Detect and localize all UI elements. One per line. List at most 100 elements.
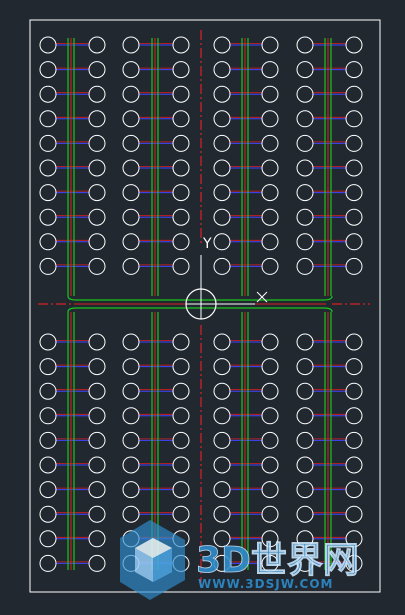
valve-circle-right [261, 208, 279, 226]
valve-circle-left [122, 184, 140, 202]
valve-circle-right [345, 61, 363, 79]
cad-drawing-canvas: Y 3D世界网 WWW.3DSJW.COM [29, 19, 381, 600]
valve-pair [122, 382, 190, 400]
valve-circle-left [122, 208, 140, 226]
valve-circle-left [296, 85, 314, 103]
valve-circle-right [88, 456, 106, 474]
valve-circle-left [122, 233, 140, 251]
valve-circle-left [213, 233, 231, 251]
valve-circle-right [88, 554, 106, 572]
valve-circle-left [296, 36, 314, 54]
valve-pair [122, 184, 190, 202]
valve-pair [296, 233, 363, 251]
valve-circle-left [39, 233, 57, 251]
valve-circle-right [345, 184, 363, 202]
valve-pair [296, 36, 363, 54]
valve-circle-right [88, 407, 106, 425]
valve-circle-left [213, 407, 231, 425]
valve-circle-right [172, 431, 190, 449]
valve-circle-left [39, 456, 57, 474]
valve-pair [213, 431, 279, 449]
valve-circle-right [261, 407, 279, 425]
valve-circle-left [122, 407, 140, 425]
valve-circle-left [39, 85, 57, 103]
valve-pair [39, 184, 106, 202]
valve-circle-right [261, 110, 279, 128]
valve-circle-left [296, 110, 314, 128]
valve-circle-right [261, 159, 279, 177]
valve-circle-right [261, 61, 279, 79]
valve-pair [213, 61, 279, 79]
valve-circle-right [172, 481, 190, 499]
valve-circle-right [88, 208, 106, 226]
valve-pair [296, 110, 363, 128]
valve-circle-right [261, 333, 279, 351]
valve-circle-left [296, 233, 314, 251]
valve-circle-right [172, 456, 190, 474]
valve-pair [213, 456, 279, 474]
valve-circle-left [296, 407, 314, 425]
valve-pair [122, 61, 190, 79]
valve-circle-left [296, 61, 314, 79]
valve-circle-left [213, 257, 231, 275]
green-manifold-top [67, 295, 333, 301]
valve-pair [213, 333, 279, 351]
valve-circle-left [122, 159, 140, 177]
valve-pair [213, 505, 279, 523]
valve-circle-left [213, 431, 231, 449]
valve-pair [122, 85, 190, 103]
valve-pair [213, 184, 279, 202]
valve-circle-right [261, 233, 279, 251]
valve-circle-left [296, 257, 314, 275]
valve-pair [213, 85, 279, 103]
valve-circle-right [261, 481, 279, 499]
valve-circle-right [88, 159, 106, 177]
valve-circle-left [213, 505, 231, 523]
valve-circle-right [172, 505, 190, 523]
valve-circle-right [345, 233, 363, 251]
valve-circle-right [345, 110, 363, 128]
valve-circle-right [88, 530, 106, 548]
valve-pair [39, 85, 106, 103]
valve-circle-left [213, 159, 231, 177]
valve-pair [122, 505, 190, 523]
valve-pair [122, 407, 190, 425]
valve-circle-left [213, 184, 231, 202]
valve-circle-left [39, 61, 57, 79]
valve-pair [122, 481, 190, 499]
valve-pair [122, 208, 190, 226]
valve-circle-right [172, 382, 190, 400]
valve-circle-left [213, 110, 231, 128]
3d-cube-logo-icon [120, 520, 185, 600]
valve-circle-right [88, 358, 106, 376]
valve-pair [122, 110, 190, 128]
valve-pair [296, 407, 363, 425]
valve-pair [39, 505, 106, 523]
valve-circle-right [88, 333, 106, 351]
valve-circle-right [88, 184, 106, 202]
valve-pair [39, 257, 106, 275]
valve-pair [39, 431, 106, 449]
valve-pair [213, 257, 279, 275]
valve-circle-left [122, 333, 140, 351]
valve-pair [213, 36, 279, 54]
valve-pair [39, 456, 106, 474]
valve-pair [39, 134, 106, 152]
valve-pair [213, 110, 279, 128]
valve-pair [122, 333, 190, 351]
valve-pair [122, 456, 190, 474]
valve-circle-left [122, 431, 140, 449]
valve-circle-left [39, 110, 57, 128]
valve-circle-left [296, 456, 314, 474]
valve-circle-right [88, 134, 106, 152]
valve-circle-left [39, 134, 57, 152]
valve-pair [296, 159, 363, 177]
valve-pair [39, 208, 106, 226]
valve-circle-left [39, 481, 57, 499]
valve-circle-right [172, 407, 190, 425]
valve-circle-right [345, 382, 363, 400]
valve-circle-right [345, 333, 363, 351]
valve-pair [213, 407, 279, 425]
valve-circle-left [122, 134, 140, 152]
valve-circle-right [345, 134, 363, 152]
